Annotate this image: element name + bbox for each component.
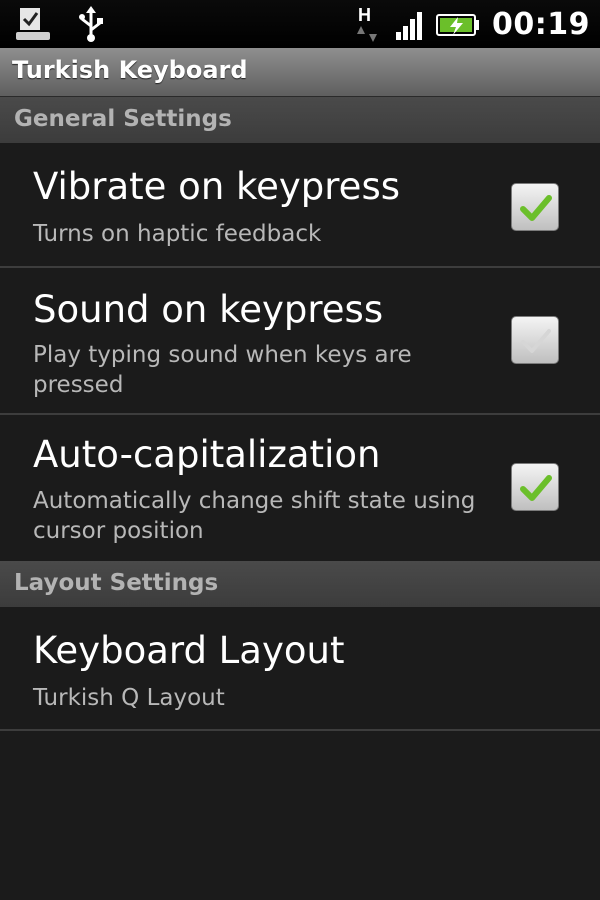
pref-title: Keyboard Layout [33, 629, 345, 672]
pref-summary: Turns on haptic feedback [33, 221, 322, 247]
pref-auto-capitalization[interactable]: Auto-capitalization Automatically change… [0, 415, 600, 561]
divider [0, 729, 600, 731]
section-header-general: General Settings [0, 97, 600, 143]
pref-title: Sound on keypress [33, 288, 384, 331]
sound-checkbox[interactable] [511, 316, 559, 364]
clock: 00:19 [492, 6, 590, 42]
battery-charging-icon [436, 4, 480, 44]
signal-icon [394, 4, 424, 44]
status-bar: H 00:19 [0, 0, 600, 48]
page-title: Turkish Keyboard [12, 56, 248, 84]
section-header-label: Layout Settings [14, 570, 219, 596]
pref-vibrate-on-keypress[interactable]: Vibrate on keypress Turns on haptic feed… [0, 143, 600, 267]
pref-summary: Turkish Q Layout [33, 685, 225, 711]
auto-capitalization-checkbox[interactable] [511, 463, 559, 511]
pref-sound-on-keypress[interactable]: Sound on keypress Play typing sound when… [0, 268, 600, 414]
checkmark-icon [521, 329, 551, 353]
title-bar: Turkish Keyboard [0, 48, 600, 97]
vibrate-checkbox[interactable] [511, 183, 559, 231]
download-done-icon [14, 4, 54, 44]
section-header-label: General Settings [14, 106, 232, 132]
checkmark-icon [520, 475, 552, 501]
pref-summary: Play typing sound when keys are pressed [33, 342, 412, 398]
usb-icon [76, 4, 106, 44]
pref-keyboard-layout[interactable]: Keyboard Layout Turkish Q Layout [0, 607, 600, 730]
svg-text:H: H [358, 5, 371, 25]
pref-summary: Automatically change shift state using c… [33, 488, 476, 544]
pref-title: Auto-capitalization [33, 433, 381, 476]
h-data-icon: H [354, 4, 382, 44]
section-header-layout: Layout Settings [0, 561, 600, 607]
checkmark-icon [520, 195, 552, 221]
pref-title: Vibrate on keypress [33, 165, 401, 208]
